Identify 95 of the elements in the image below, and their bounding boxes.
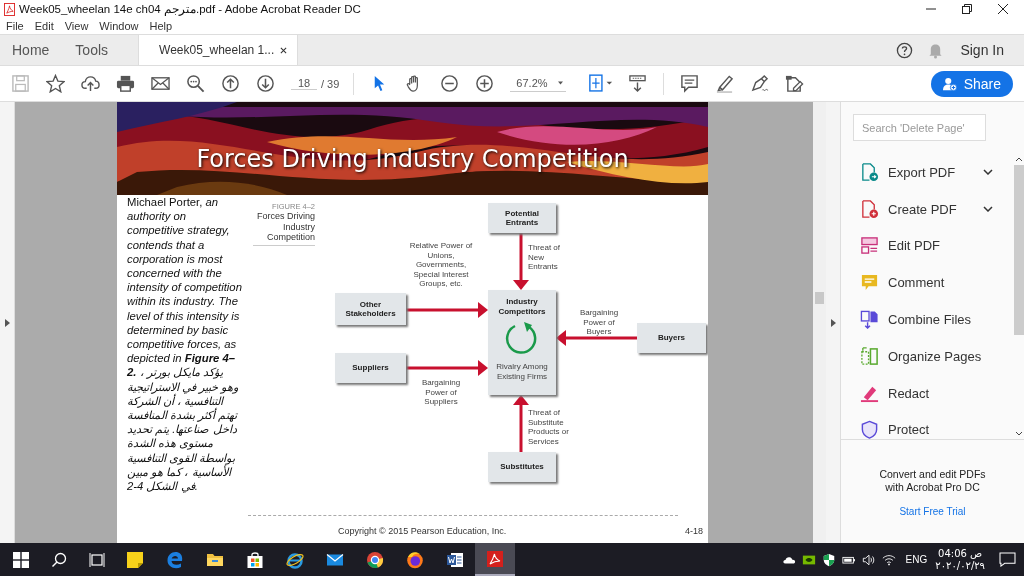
promo-text: Convert and edit PDFs with Acrobat Pro DC [878,468,987,494]
tab-label: Tools [75,42,109,58]
note-icon [126,550,144,569]
chevron-down-icon[interactable] [983,169,993,176]
help-icon[interactable] [896,41,914,59]
diagram-node: Suppliers [335,353,406,383]
shield-icon[interactable] [821,552,836,567]
comment-icon[interactable] [680,74,700,93]
organize-pages-icon [860,346,879,366]
star-icon[interactable] [46,74,65,93]
zoom-dropdown[interactable]: 67.2% [510,75,567,92]
cloud-upload-icon[interactable] [81,74,100,93]
wifi-icon[interactable] [881,552,896,567]
scrollbar-thumb[interactable] [815,292,824,304]
free-trial-link[interactable]: Start Free Trial [899,506,966,517]
tool-item[interactable]: Redact [860,374,1013,412]
tab-label: Week05_wheelan 1... [159,43,275,57]
ie-browser-icon [286,550,304,569]
windows-start-icon[interactable] [13,551,29,568]
close-icon[interactable] [280,46,288,54]
menu-item[interactable]: Window [99,20,139,32]
close-icon[interactable] [998,4,1008,14]
window-title: Week05_wheelan 14e ch04 مترجم.pdf - Adobe Acrobat Reader DC [19,2,361,16]
zoom-out-icon[interactable] [440,74,460,93]
figure-caption: Forces Driving Industry Competition [256,211,315,243]
force-label: Threat of New Entrants [528,243,561,272]
print-icon[interactable] [116,74,135,93]
tool-item[interactable]: Protect [860,411,1013,449]
word-document-icon [446,550,464,569]
page-number-field[interactable]: 18 [291,77,317,90]
center-node-subtitle: Rivalry Among Existing Firms [495,362,549,381]
diagram-node: Potential Entrants [488,203,556,233]
menu-item[interactable]: Help [149,20,173,32]
menu-item[interactable]: File [6,20,24,32]
share-button[interactable]: Share [930,70,1013,97]
fill-sign-icon[interactable] [785,74,805,93]
sign-in-link[interactable]: Sign In [960,42,1004,58]
page-number: 4-18 [685,526,703,536]
arrow [513,395,529,452]
scroll-up-icon[interactable] [1014,157,1023,162]
combine-files-icon [860,310,879,330]
tool-item[interactable]: Export PDF [860,154,1013,191]
chrome-browser-icon [366,550,384,569]
expand-arrow-icon[interactable] [4,318,10,327]
force-label: Bargaining Power of Suppliers [420,378,462,407]
search-icon[interactable] [51,551,67,568]
page-total: / 39 [321,77,340,90]
caret-icon [557,81,563,85]
document-export-icon [860,162,879,182]
tool-item[interactable]: Comment [860,264,1013,302]
tool-item[interactable]: Combine Files [860,301,1013,338]
menu-item[interactable]: Edit [34,20,54,32]
chevron-down-icon[interactable] [983,206,993,213]
clock[interactable]: 04:06 ص ٢٠٢٠/٠٢/٢٩ [935,547,985,572]
shield-icon [860,420,879,440]
expand-arrow-icon[interactable] [830,318,836,327]
document-add-icon [860,199,879,219]
mail-icon[interactable] [151,74,170,93]
firefox-browser-icon [406,550,424,569]
notification-icon[interactable] [999,552,1016,567]
tab[interactable]: Home [0,35,64,65]
speaker-icon[interactable] [861,552,876,567]
tool-item[interactable]: Create PDF [860,190,1013,228]
copyright-text: Copyright © 2015 Pearson Education, Inc. [338,526,507,536]
tab[interactable]: Week05_wheelan 1... [138,35,299,65]
force-label: Relative Power of Unions, Governments, Special Interest Groups, etc. [408,241,474,289]
restore-icon[interactable] [962,4,972,14]
task-view-icon[interactable] [89,551,105,568]
scroll-down-icon[interactable] [1014,431,1023,436]
force-label: Bargaining Power of Buyers [578,308,620,337]
tool-item[interactable]: Edit PDF [860,227,1013,265]
zoom-in-icon[interactable] [475,74,495,93]
search-field[interactable]: Search 'Delete Page' [853,114,986,141]
force-label: Threat of Substitute Products or Services [528,408,570,446]
edge-browser-icon [166,550,184,569]
menu-item[interactable]: View [64,20,89,32]
scrollbar-thumb[interactable] [1013,165,1024,335]
language-indicator[interactable]: ENG [905,554,928,565]
banner-title: Forces Driving Industry Competition [196,144,629,173]
pen-sign-icon[interactable] [750,74,770,93]
tab[interactable]: Tools [63,35,123,65]
highlighter-icon[interactable] [715,74,735,93]
arrow [513,233,529,290]
acrobat-icon [486,549,504,568]
tool-item[interactable]: Organize Pages [860,338,1013,375]
shopping-bag-icon [246,550,264,569]
center-node-title: Industry Competitors [497,297,547,316]
diagram-node: Other Stakeholders [335,293,406,325]
layout-icon [860,236,879,256]
add-user-icon [942,76,957,91]
scroll-mode-icon[interactable] [628,74,648,93]
tab-label: Home [12,42,50,58]
diagram-node: Substitutes [488,452,556,482]
search-icon[interactable] [186,74,205,93]
diagram-node: Buyers [637,323,706,353]
